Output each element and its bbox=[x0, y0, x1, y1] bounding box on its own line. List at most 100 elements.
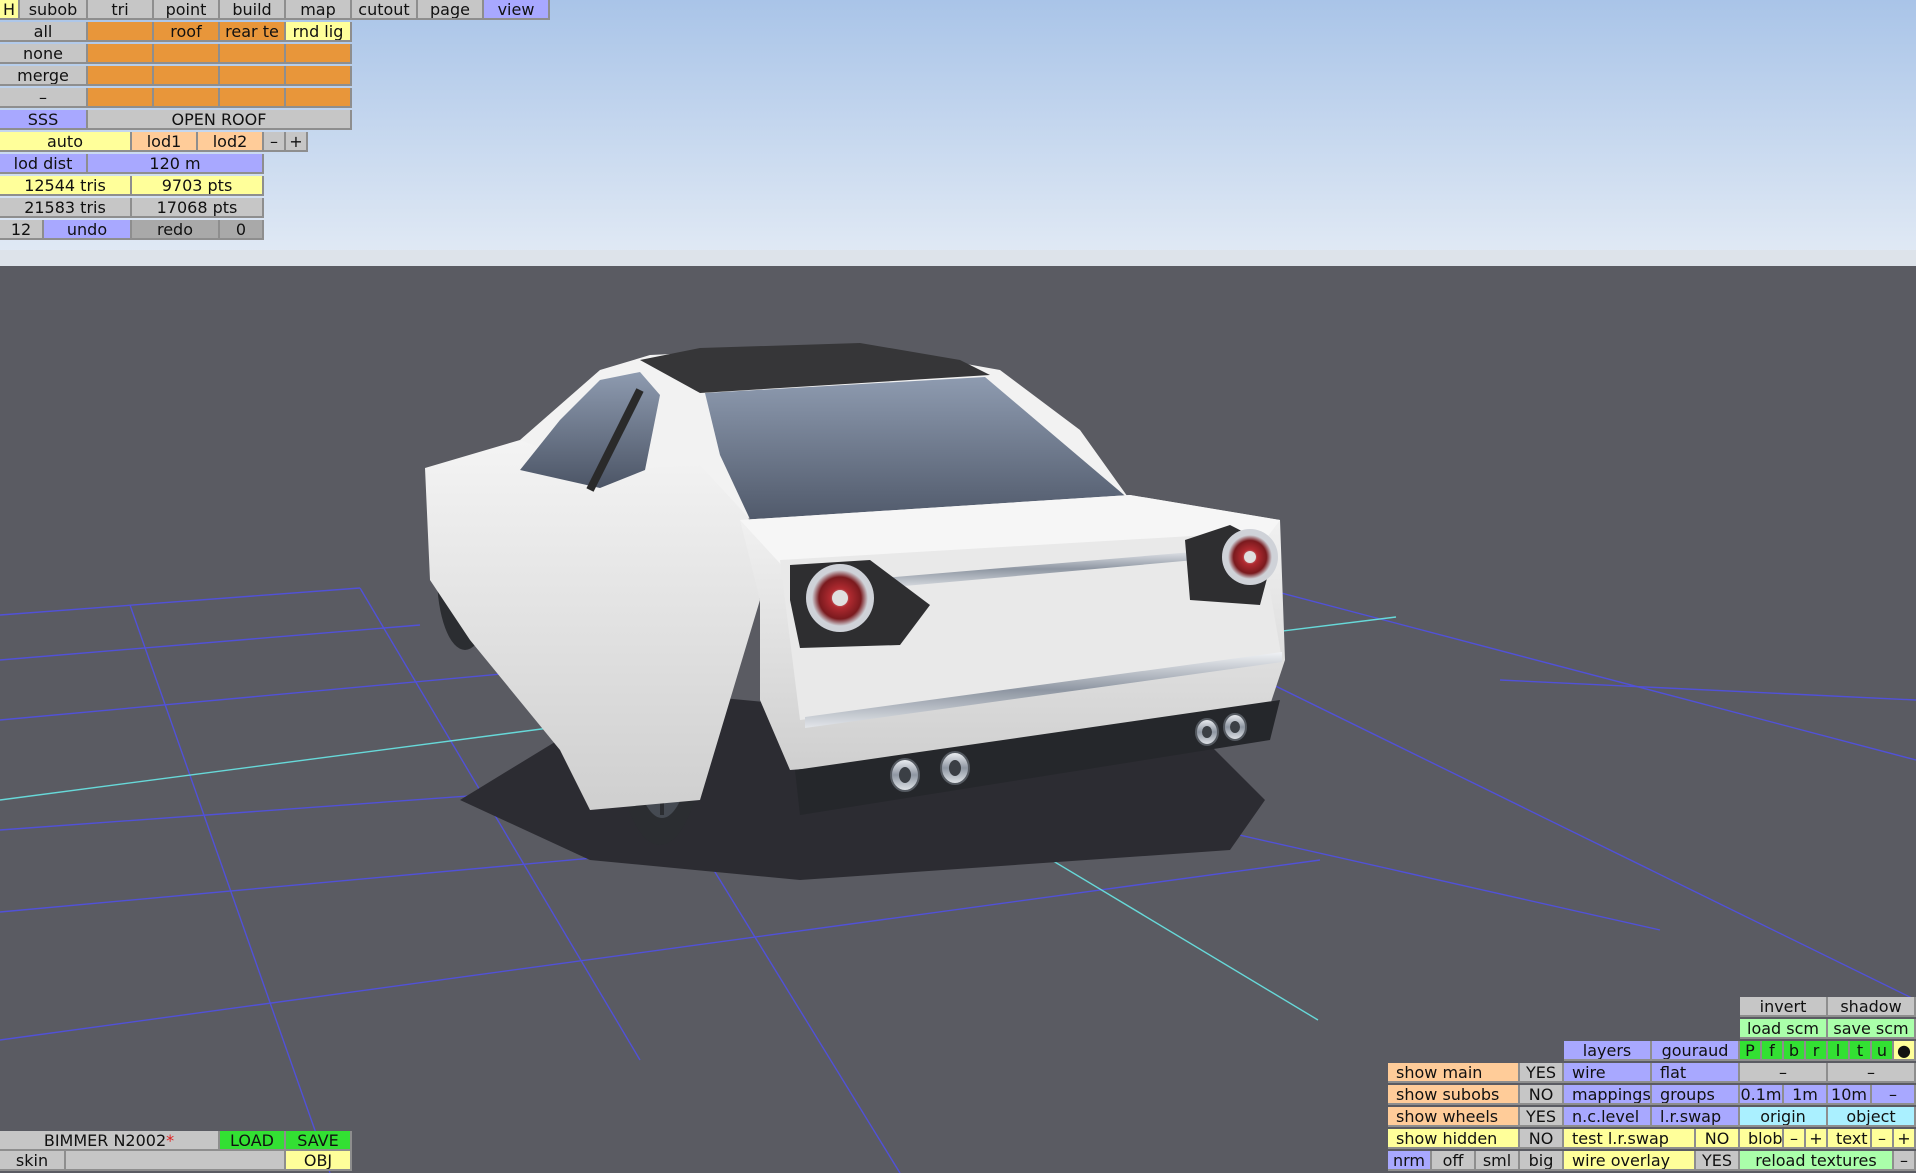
redo-button[interactable]: redo bbox=[132, 220, 220, 240]
blob-button[interactable]: blob bbox=[1740, 1129, 1784, 1149]
group-slot-empty[interactable] bbox=[88, 66, 154, 86]
group-slot-empty[interactable] bbox=[286, 88, 352, 108]
tab-view[interactable]: view bbox=[484, 0, 550, 20]
reload-textures-minus-button[interactable]: – bbox=[1894, 1151, 1916, 1171]
grid-10m-button[interactable]: 10m bbox=[1828, 1085, 1872, 1105]
gouraud-button[interactable]: gouraud bbox=[1652, 1041, 1740, 1061]
tab-point[interactable]: point bbox=[154, 0, 220, 20]
tri-count: 12544 tris bbox=[0, 176, 132, 196]
flag-t-toggle[interactable]: t bbox=[1850, 1041, 1872, 1061]
tab-build[interactable]: build bbox=[220, 0, 286, 20]
group-slot-empty[interactable] bbox=[286, 66, 352, 86]
object-button[interactable]: object bbox=[1828, 1107, 1916, 1127]
grid-1m-button[interactable]: 1m bbox=[1784, 1085, 1828, 1105]
flat-button[interactable]: flat bbox=[1652, 1063, 1740, 1083]
sml-button[interactable]: sml bbox=[1476, 1151, 1520, 1171]
show-hidden-toggle[interactable]: NO bbox=[1520, 1129, 1564, 1149]
wire-overlay-button[interactable]: wire overlay bbox=[1564, 1151, 1696, 1171]
lod2-button[interactable]: lod2 bbox=[198, 132, 264, 152]
minus-button-2[interactable]: – bbox=[1828, 1063, 1916, 1083]
group-roof-button[interactable]: roof bbox=[154, 22, 220, 42]
show-wheels-toggle[interactable]: YES bbox=[1520, 1107, 1564, 1127]
skin-name-field[interactable] bbox=[66, 1151, 286, 1171]
save-scm-button[interactable]: save scm bbox=[1828, 1019, 1916, 1039]
group-slot-empty[interactable] bbox=[88, 44, 154, 64]
skin-button[interactable]: skin bbox=[0, 1151, 66, 1171]
flag-u-toggle[interactable]: u bbox=[1872, 1041, 1894, 1061]
tab-tri[interactable]: tri bbox=[88, 0, 154, 20]
group-slot-empty[interactable] bbox=[220, 88, 286, 108]
obj-button[interactable]: OBJ bbox=[286, 1151, 352, 1171]
tab-map[interactable]: map bbox=[286, 0, 352, 20]
load-scm-button[interactable]: load scm bbox=[1740, 1019, 1828, 1039]
sss-button[interactable]: SSS bbox=[0, 110, 88, 130]
show-hidden-label[interactable]: show hidden bbox=[1388, 1129, 1520, 1149]
lod1-button[interactable]: lod1 bbox=[132, 132, 198, 152]
show-wheels-label[interactable]: show wheels bbox=[1388, 1107, 1520, 1127]
layers-button[interactable]: layers bbox=[1564, 1041, 1652, 1061]
group-slot-empty[interactable] bbox=[220, 66, 286, 86]
group-slot-empty[interactable] bbox=[154, 88, 220, 108]
flag-r-toggle[interactable]: r bbox=[1806, 1041, 1828, 1061]
text-decrease-button[interactable]: – bbox=[1872, 1129, 1894, 1149]
lod-decrease-button[interactable]: – bbox=[264, 132, 286, 152]
off-button[interactable]: off bbox=[1432, 1151, 1476, 1171]
blob-increase-button[interactable]: + bbox=[1806, 1129, 1828, 1149]
wire-button[interactable]: wire bbox=[1564, 1063, 1652, 1083]
flag-b-toggle[interactable]: b bbox=[1784, 1041, 1806, 1061]
wire-overlay-toggle[interactable]: YES bbox=[1696, 1151, 1740, 1171]
reload-textures-button[interactable]: reload textures bbox=[1740, 1151, 1894, 1171]
grid-off-button[interactable]: – bbox=[1872, 1085, 1916, 1105]
big-button[interactable]: big bbox=[1520, 1151, 1564, 1171]
show-main-label[interactable]: show main bbox=[1388, 1063, 1520, 1083]
load-button[interactable]: LOAD bbox=[220, 1131, 286, 1151]
open-roof-button[interactable]: OPEN ROOF bbox=[88, 110, 352, 130]
flag-p-toggle[interactable]: P bbox=[1740, 1041, 1762, 1061]
l-r-swap-button[interactable]: l.r.swap bbox=[1652, 1107, 1740, 1127]
total-tri-count: 21583 tris bbox=[0, 198, 132, 218]
lod-auto-button[interactable]: auto bbox=[0, 132, 132, 152]
test-lr-swap-button[interactable]: test l.r.swap bbox=[1564, 1129, 1696, 1149]
test-lr-swap-toggle[interactable]: NO bbox=[1696, 1129, 1740, 1149]
grid-0-1m-button[interactable]: 0.1m bbox=[1740, 1085, 1784, 1105]
flag-l-toggle[interactable]: l bbox=[1828, 1041, 1850, 1061]
remove-button[interactable]: – bbox=[0, 88, 88, 108]
n-c-level-button[interactable]: n.c.level bbox=[1564, 1107, 1652, 1127]
group-rnd-lig-button[interactable]: rnd lig bbox=[286, 22, 352, 42]
group-rear-te-button[interactable]: rear te bbox=[220, 22, 286, 42]
invert-button[interactable]: invert bbox=[1740, 997, 1828, 1017]
shadow-button[interactable]: shadow bbox=[1828, 997, 1916, 1017]
tab-page[interactable]: page bbox=[418, 0, 484, 20]
show-subobs-label[interactable]: show subobs bbox=[1388, 1085, 1520, 1105]
origin-button[interactable]: origin bbox=[1740, 1107, 1828, 1127]
blob-decrease-button[interactable]: – bbox=[1784, 1129, 1806, 1149]
lod-dist-value[interactable]: 120 m bbox=[88, 154, 264, 174]
select-none-button[interactable]: none bbox=[0, 44, 88, 64]
tab-cutout[interactable]: cutout bbox=[352, 0, 418, 20]
model-name[interactable]: BIMMER N2002* bbox=[0, 1131, 220, 1151]
group-slot-empty[interactable] bbox=[88, 88, 154, 108]
flag-dot-toggle[interactable]: ● bbox=[1894, 1041, 1916, 1061]
show-subobs-toggle[interactable]: NO bbox=[1520, 1085, 1564, 1105]
group-slot-empty[interactable] bbox=[220, 44, 286, 64]
mappings-button[interactable]: mappings bbox=[1564, 1085, 1652, 1105]
text-increase-button[interactable]: + bbox=[1894, 1129, 1916, 1149]
text-button[interactable]: text bbox=[1828, 1129, 1872, 1149]
lod-increase-button[interactable]: + bbox=[286, 132, 308, 152]
group-slot-empty[interactable] bbox=[286, 44, 352, 64]
tab-subob[interactable]: subob bbox=[20, 0, 88, 20]
group-slot-empty[interactable] bbox=[154, 66, 220, 86]
groups-button[interactable]: groups bbox=[1652, 1085, 1740, 1105]
select-all-button[interactable]: all bbox=[0, 22, 88, 42]
show-main-toggle[interactable]: YES bbox=[1520, 1063, 1564, 1083]
nrm-button[interactable]: nrm bbox=[1388, 1151, 1432, 1171]
group-slot-empty[interactable] bbox=[88, 22, 154, 42]
merge-button[interactable]: merge bbox=[0, 66, 88, 86]
viewport-3d[interactable] bbox=[0, 0, 1916, 1173]
undo-button[interactable]: undo bbox=[44, 220, 132, 240]
minus-button-1[interactable]: – bbox=[1740, 1063, 1828, 1083]
flag-f-toggle[interactable]: f bbox=[1762, 1041, 1784, 1061]
group-slot-empty[interactable] bbox=[154, 44, 220, 64]
home-button[interactable]: H bbox=[0, 0, 20, 20]
save-button[interactable]: SAVE bbox=[286, 1131, 352, 1151]
